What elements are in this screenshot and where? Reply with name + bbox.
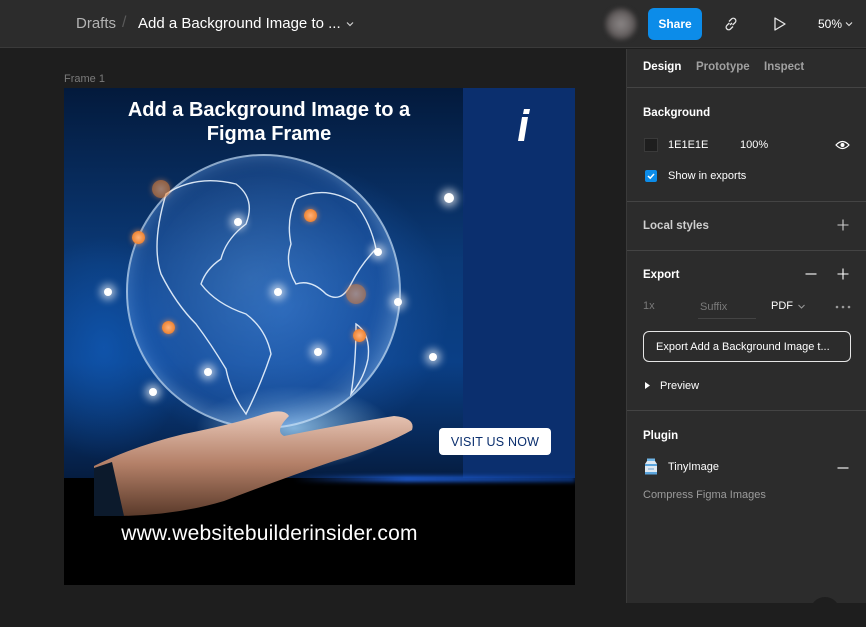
show-in-exports-label[interactable]: Show in exports [668, 170, 746, 182]
link-icon[interactable] [722, 15, 740, 33]
chevron-down-icon[interactable] [798, 304, 805, 309]
network-node [353, 329, 366, 342]
frame-label[interactable]: Frame 1 [64, 73, 105, 85]
share-button[interactable]: Share [648, 8, 702, 40]
avatar[interactable] [605, 8, 637, 40]
more-options-icon[interactable] [835, 305, 851, 309]
logo-i-icon [518, 109, 530, 141]
tab-design[interactable]: Design [643, 61, 681, 73]
light-orb [429, 353, 437, 361]
artwork-url: www.websitebuilderinsider.com [121, 522, 418, 545]
tab-inspect[interactable]: Inspect [764, 61, 804, 73]
background-opacity-value[interactable]: 100% [740, 139, 768, 151]
local-styles-title: Local styles [643, 220, 709, 232]
show-in-exports-checkbox[interactable] [645, 170, 657, 182]
light-orb [274, 288, 282, 296]
export-section-title: Export [643, 269, 680, 281]
plugin-name[interactable]: TinyImage [668, 461, 719, 473]
chevron-down-icon[interactable] [845, 21, 853, 27]
background-hex-value[interactable]: 1E1E1E [668, 139, 708, 151]
milk-carton-icon [645, 458, 657, 475]
light-orb [149, 388, 157, 396]
panel-tabs: Design Prototype Inspect [627, 49, 866, 88]
frame-artwork[interactable]: Add a Background Image to a Figma Frame … [64, 88, 575, 585]
plugin-description: Compress Figma Images [643, 489, 766, 501]
tab-prototype[interactable]: Prototype [696, 61, 750, 73]
eye-icon[interactable] [835, 139, 850, 151]
add-style-plus-icon[interactable] [837, 219, 849, 231]
properties-panel: Design Prototype Inspect Background 1E1E… [626, 49, 866, 603]
divider [627, 201, 866, 202]
export-button[interactable]: Export Add a Background Image t... [643, 331, 851, 362]
add-export-plus-icon[interactable] [837, 268, 849, 280]
network-node [346, 284, 366, 304]
remove-plugin-minus-icon[interactable] [837, 462, 849, 474]
divider [627, 250, 866, 251]
export-suffix-input[interactable] [698, 295, 756, 319]
export-format-select[interactable]: PDF [771, 300, 793, 312]
light-orb [444, 193, 454, 203]
caret-right-icon[interactable] [645, 382, 650, 389]
help-button[interactable] [810, 597, 840, 627]
export-scale-field[interactable]: 1x [643, 300, 655, 312]
light-orb [104, 288, 112, 296]
network-node [304, 209, 317, 222]
artwork-headline: Add a Background Image to a Figma Frame [127, 99, 411, 145]
light-orb [394, 298, 402, 306]
preview-toggle[interactable]: Preview [660, 380, 699, 392]
play-icon[interactable] [773, 16, 787, 32]
visit-us-now-button[interactable]: VISIT US NOW [439, 428, 551, 455]
network-node [162, 321, 175, 334]
zoom-level[interactable]: 50% [818, 17, 842, 31]
background-section-title: Background [643, 107, 711, 119]
top-toolbar: Drafts / Add a Background Image to ... S… [0, 0, 866, 48]
light-orb [314, 348, 322, 356]
network-node [132, 231, 145, 244]
file-title[interactable]: Add a Background Image to ... [138, 15, 341, 32]
light-orb [204, 368, 212, 376]
breadcrumb-drafts[interactable]: Drafts [76, 15, 116, 32]
breadcrumb-separator: / [122, 14, 127, 31]
divider [627, 410, 866, 411]
light-orb [374, 248, 382, 256]
checkmark-icon [647, 173, 655, 180]
side-panel [463, 88, 575, 480]
plugin-section-title: Plugin [643, 430, 679, 442]
chevron-down-icon[interactable] [345, 19, 355, 29]
network-node [152, 180, 170, 198]
background-color-swatch[interactable] [644, 138, 658, 152]
remove-export-minus-icon[interactable] [805, 268, 817, 280]
hand-graphic [94, 411, 413, 516]
light-orb [234, 218, 242, 226]
